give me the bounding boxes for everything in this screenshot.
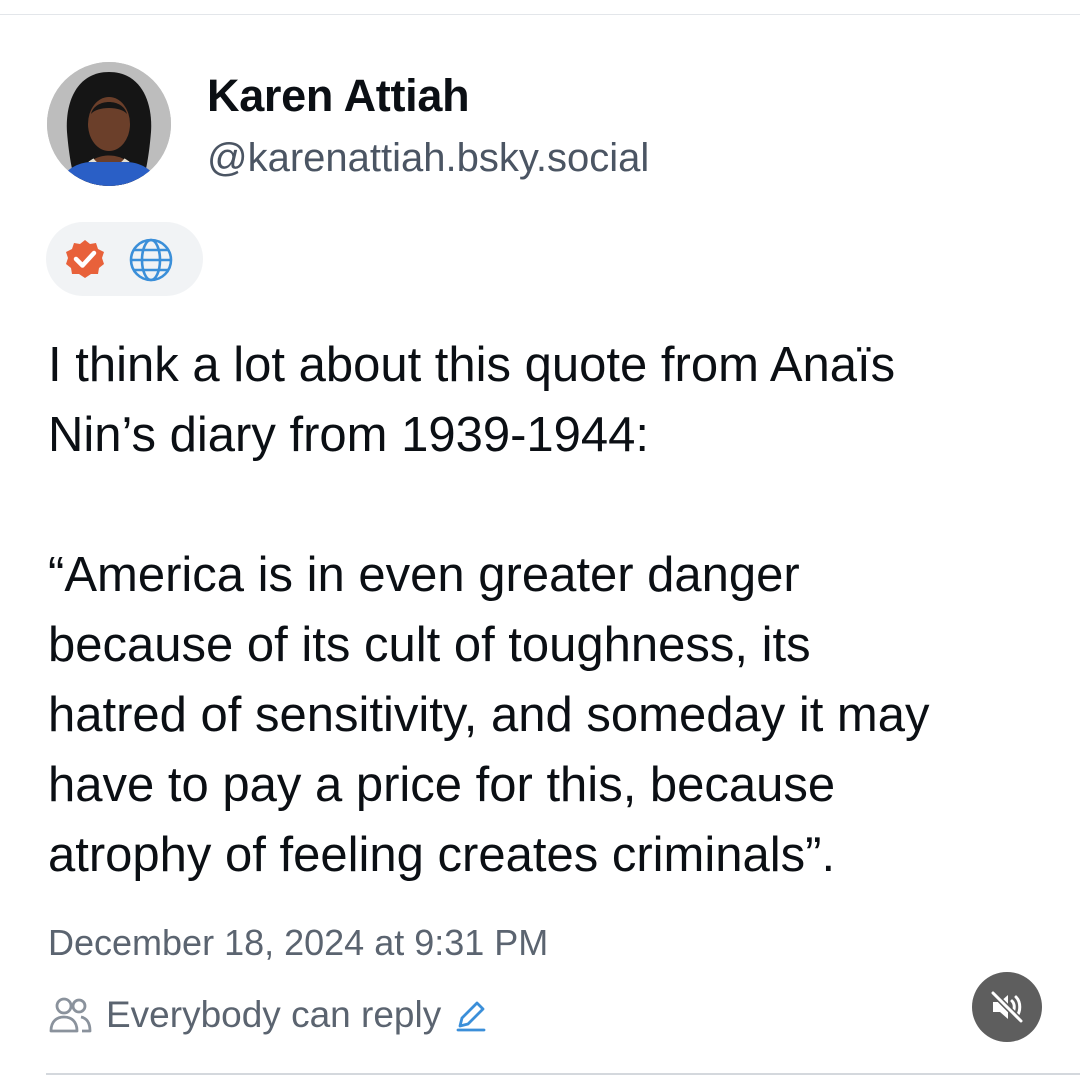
reply-settings-label: Everybody can reply [106,994,442,1035]
avatar[interactable] [47,62,171,186]
bottom-divider [46,1073,1080,1075]
reply-settings[interactable]: Everybody can reply [48,992,489,1038]
display-name[interactable]: Karen Attiah [207,70,470,122]
badge-pill[interactable] [46,222,203,296]
speaker-muted-icon [990,990,1024,1024]
avatar-image [47,62,171,186]
verified-check-icon[interactable] [64,238,106,280]
post-page: Karen Attiah @karenattiah.bsky.social I … [0,0,1080,1082]
pencil-icon[interactable] [453,997,489,1033]
post-text: I think a lot about this quote from Anaï… [48,338,930,882]
mute-toggle-button[interactable] [972,972,1042,1042]
user-handle[interactable]: @karenattiah.bsky.social [207,136,649,181]
people-icon [49,997,92,1033]
post-timestamp[interactable]: December 18, 2024 at 9:31 PM [48,922,548,964]
top-divider [0,14,1080,15]
globe-icon[interactable] [128,237,174,283]
